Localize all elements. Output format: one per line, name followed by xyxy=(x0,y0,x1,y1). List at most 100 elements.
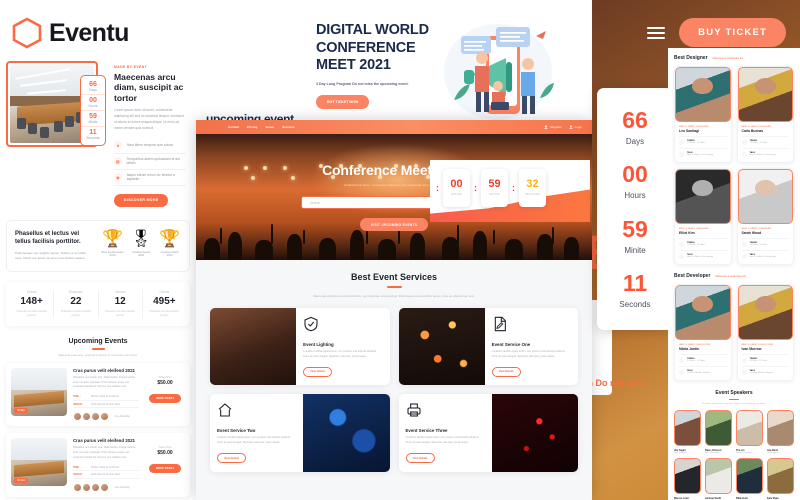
developer-card[interactable]: MEET & GREET | DEVELOPER Nikita Jardin T… xyxy=(674,284,732,381)
stat-value: 22 xyxy=(70,295,82,307)
speaker-card[interactable]: Billie HuntIllustrator xyxy=(736,458,763,500)
stat-sub: Phasellus vel tellus facilisis porttitor xyxy=(105,309,136,318)
awards-section: Phasellus et lectus vel tellus facilisis… xyxy=(6,219,190,272)
speaker-card[interactable]: Tim Lin Senior Developer xyxy=(736,410,763,454)
avatar xyxy=(73,412,82,422)
event-body: Phasellus nec auctor erat. Nulla facilis… xyxy=(73,375,135,389)
event-badge: 09 DEC xyxy=(14,478,29,484)
countdown-days-label: Days xyxy=(625,136,645,146)
register-link[interactable]: Register xyxy=(544,125,562,129)
book-ticket-button[interactable]: BOOK TICKET xyxy=(149,464,181,474)
colon-separator: : xyxy=(474,183,477,193)
nav-links: Contact Pricing Venue Services xyxy=(206,125,295,129)
view-details-button[interactable]: View Details xyxy=(303,366,333,377)
mini-hours-label: Hours xyxy=(88,104,98,108)
mic-icon xyxy=(741,254,747,259)
designer-name: Elliot Kim xyxy=(679,231,695,235)
hamburger-menu-icon[interactable] xyxy=(647,24,666,42)
avatar xyxy=(73,482,82,492)
login-link[interactable]: Login xyxy=(569,125,582,129)
view-details-button[interactable]: View Details xyxy=(405,453,435,464)
service-body: Curabitur facilisis ligula lorem, non pr… xyxy=(405,436,480,445)
timing-value: 10:00am - 11:30am xyxy=(749,244,768,246)
countdown-hours-value: 00 xyxy=(622,161,648,188)
stat-employee: Employee 22 Phasellus vel tellus facilis… xyxy=(54,289,99,319)
talk-value: How IT Makes a Technology xyxy=(687,154,714,156)
digital-world-cta-button[interactable]: BUY TICKET NOW xyxy=(316,95,370,110)
hero-cta-button[interactable]: VISIT UPCOMING EVENTS xyxy=(359,218,429,231)
speaker-card[interactable]: Dave Johnson Art & Marketing xyxy=(705,410,732,454)
countdown-hours-label: Hours xyxy=(624,191,646,201)
speaker-photo xyxy=(736,458,763,495)
service-title: Event Service One xyxy=(491,341,531,347)
speaker-photo xyxy=(705,458,732,495)
brand-bar: Eventu xyxy=(0,0,196,49)
designer-card[interactable]: MEET & GREET | DESIGNER Sarah Wood TIMIN… xyxy=(736,168,794,265)
countdown-seconds: 11 Seconds xyxy=(597,272,673,310)
service-card[interactable]: Event Service Three Curabitur facilisis … xyxy=(398,394,578,472)
mini-count-seconds: 11 Seconds xyxy=(81,126,105,142)
service-card[interactable]: Event Service One Curabitur facilisis li… xyxy=(398,307,578,386)
developer-card[interactable]: MEET & GREET | DEVELOPER Ivan Morrow TIM… xyxy=(736,284,794,381)
developer-name: Ivan Morrow xyxy=(741,347,762,351)
nav-link-services[interactable]: Services xyxy=(282,125,294,129)
nav-link-venue[interactable]: Venue xyxy=(265,125,274,129)
stat-sub: Phasellus vel tellus facilisis porttitor xyxy=(149,309,180,318)
stat-value: 495+ xyxy=(153,295,176,307)
speaker-photo xyxy=(736,410,763,447)
stat-sub: Phasellus vel tellus facilisis porttitor xyxy=(60,309,91,318)
speaker-card[interactable]: Kate RyanPhotographer xyxy=(767,458,794,500)
book-ticket-button[interactable]: BOOK TICKET xyxy=(149,393,181,403)
mic-icon xyxy=(741,152,747,157)
list-item-label: Temporibus autem quibusdam et aut offici… xyxy=(126,157,180,166)
big-countdown-panel: 66 Days 00 Hours 59 Minite 11 Seconds xyxy=(597,88,673,330)
avatar xyxy=(91,412,100,422)
event-price-block: Ticket Price $50.00 BOOK TICKET xyxy=(145,368,185,421)
service-card[interactable]: Event Service Two Curabitur facilisis li… xyxy=(210,394,390,472)
services-grid: Event Lighting Curabitur facilisis ligul… xyxy=(196,298,592,472)
service-card[interactable]: Event Lighting Curabitur facilisis ligul… xyxy=(210,307,390,386)
designer-card[interactable]: MEET & GREET | DESIGNER Carla Buenas TIM… xyxy=(736,66,794,163)
view-details-button[interactable]: View Details xyxy=(217,453,247,464)
mini-countdown-minutes-value: 59 xyxy=(488,178,501,190)
attendee-avatars: 44+ Attending xyxy=(73,482,139,492)
avatar xyxy=(100,412,109,422)
countdown-days: 66 Days xyxy=(597,108,673,146)
right-panel-layer: Best Designer Maecenas ut scelerisque du… xyxy=(668,48,800,500)
speaker-card[interactable]: Andrew SmithSenior Strategist xyxy=(705,458,732,500)
mini-countdown-strip: : 00 HOURS : 59 MINITE : 32 SECONDS xyxy=(430,160,590,222)
left-hero-copy: MADE BY EVENT Maecenas arcu diam, suscip… xyxy=(104,61,190,207)
designer-tag: MEET & GREET | DESIGNER xyxy=(741,228,771,230)
designer-name: Sarah Wood xyxy=(741,231,762,235)
speaker-photo xyxy=(767,458,794,495)
nav-link-pricing[interactable]: Pricing xyxy=(247,125,257,129)
buy-ticket-button[interactable]: BUY TICKET xyxy=(679,18,786,47)
discover-more-button[interactable]: DISCOVER MORE xyxy=(114,193,169,207)
hero-paragraph: Lorem ipsum dolor sit amet, consectetur … xyxy=(114,108,185,130)
designer-card[interactable]: MEET & GREET | DESIGNER Elliot Kim TIMIN… xyxy=(674,168,732,265)
stat-sub: Phasellus vel tellus facilisis porttitor xyxy=(16,309,47,318)
nav-link-contact[interactable]: Contact xyxy=(228,125,239,129)
designer-card[interactable]: MEET & GREET | DESIGNER Leo Santiagi TIM… xyxy=(674,66,732,163)
developer-photo xyxy=(675,285,731,340)
left-page-layer: Eventu 66 Days 00 Hours 59 Minite 11 Sec… xyxy=(0,0,196,500)
trophy-icon: 🏆 xyxy=(102,228,124,248)
timing-value: 11:30am - 12:30pm xyxy=(749,360,768,362)
event-time-value: 08 Dec 2021 at 10:00 am xyxy=(91,395,120,399)
speaker-card[interactable]: Ana Beck UI Designer xyxy=(767,410,794,454)
mini-seconds-value: 11 xyxy=(89,129,97,136)
attendee-count: 44+ Attending xyxy=(115,415,130,419)
speaker-card[interactable]: Marcos LealiWeb Developer xyxy=(674,458,701,500)
service-title: Event Lighting xyxy=(303,341,334,347)
service-title: Event Service Two xyxy=(217,428,256,434)
speaker-card[interactable]: Jim Tagari Web Designer xyxy=(674,410,701,454)
event-card[interactable]: 08 DEC Cras purus velit eleifend 2021 Ph… xyxy=(6,362,190,427)
speaker-photo xyxy=(767,410,794,447)
account-links: Register Login xyxy=(544,125,582,129)
designer-tag: MEET & GREET | DESIGNER xyxy=(741,126,771,128)
service-body: Curabitur facilisis ligula lorem, non pr… xyxy=(491,349,566,358)
event-card[interactable]: 09 DEC Cras purus velit eleifend 2021 Ph… xyxy=(6,433,190,497)
view-details-button[interactable]: View Details xyxy=(491,366,521,377)
avatar xyxy=(100,482,109,492)
event-price-block: Ticket Price $50.00 BOOK TICKET xyxy=(145,438,185,491)
